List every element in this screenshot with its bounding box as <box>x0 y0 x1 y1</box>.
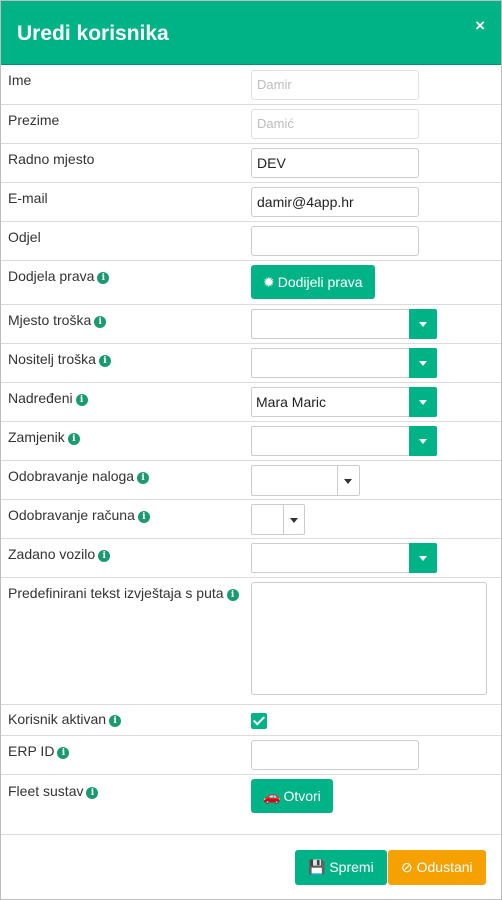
label-nositelj-troska: Nositelj troška i <box>8 351 111 367</box>
otvori-button[interactable]: 🚗 Otvori <box>251 779 333 813</box>
erp-id-label-text: ERP ID <box>8 743 55 759</box>
dodijeli-prava-label: Dodijeli prava <box>277 274 363 290</box>
predefinirani-tekst-label-text: Predefinirani tekst izvještaja s puta <box>8 585 224 601</box>
info-icon: i <box>57 747 70 759</box>
erp-id-field[interactable] <box>251 740 419 770</box>
label-zamjenik: Zamjenik i <box>8 429 80 445</box>
floppy-disk-icon: 💾 <box>308 859 326 875</box>
info-icon: i <box>137 511 150 523</box>
info-icon: i <box>86 787 99 799</box>
label-odjel: Odjel <box>8 229 41 245</box>
row-dodjela-prava: Dodjela prava i ✹ Dodijeli prava <box>1 261 501 305</box>
row-mjesto-troska: Mjesto troška i <box>1 305 501 344</box>
radno-mjesto-field[interactable]: DEV <box>251 148 419 178</box>
row-nositelj-troska: Nositelj troška i <box>1 344 501 383</box>
odjel-field[interactable] <box>251 226 419 256</box>
nositelj-troska-select[interactable] <box>251 348 437 378</box>
row-fleet-sustav: Fleet sustav i 🚗 Otvori <box>1 775 501 835</box>
edit-user-modal: Uredi korisnika × Ime Damir Prezime Dami… <box>0 0 502 900</box>
info-icon: i <box>75 394 88 406</box>
modal-title: Uredi korisnika <box>17 22 169 45</box>
nadredjeni-select[interactable]: Mara Maric <box>251 387 437 417</box>
label-nadredjeni: Nadređeni i <box>8 390 88 406</box>
row-nadredjeni: Nadređeni i Mara Maric <box>1 383 501 422</box>
row-odjel: Odjel <box>1 222 501 261</box>
row-odobravanje-naloga: Odobravanje naloga i <box>1 461 501 500</box>
label-mjesto-troska: Mjesto troška i <box>8 312 107 328</box>
label-erp-id: ERP ID i <box>8 743 70 759</box>
label-predefinirani-tekst: Predefinirani tekst izvještaja s puta i <box>8 585 239 601</box>
label-dodjela-prava: Dodjela prava i <box>8 268 110 284</box>
zamjenik-select[interactable] <box>251 426 437 456</box>
cancel-label: Odustani <box>416 859 473 875</box>
save-button[interactable]: 💾 Spremi <box>295 850 387 885</box>
label-radno-mjesto: Radno mjesto <box>8 151 95 167</box>
chevron-down-icon[interactable] <box>344 479 352 484</box>
odobravanje-racuna-select[interactable] <box>251 504 305 535</box>
chevron-down-icon[interactable] <box>409 543 437 573</box>
zamjenik-label-text: Zamjenik <box>8 429 65 445</box>
odobravanje-naloga-label-text: Odobravanje naloga <box>8 468 135 484</box>
mjesto-troska-select[interactable] <box>251 309 437 339</box>
label-email: E-mail <box>8 190 48 206</box>
nadredjeni-value: Mara Maric <box>256 394 327 410</box>
ban-circle-icon: ⊘ <box>401 859 413 875</box>
zadano-vozilo-label-text: Zadano vozilo <box>8 546 96 562</box>
label-odobravanje-racuna: Odobravanje računa i <box>8 507 150 523</box>
label-ime: Ime <box>8 72 32 88</box>
chevron-down-icon[interactable] <box>409 387 437 417</box>
modal-header: Uredi korisnika × <box>1 1 501 65</box>
ime-field: Damir <box>251 70 419 100</box>
label-prezime: Prezime <box>8 112 60 128</box>
info-icon: i <box>98 550 111 562</box>
row-korisnik-aktivan: Korisnik aktivan i <box>1 705 501 736</box>
nositelj-troska-label-text: Nositelj troška <box>8 351 96 367</box>
label-odobravanje-naloga: Odobravanje naloga i <box>8 468 150 484</box>
chevron-down-icon[interactable] <box>409 309 437 339</box>
car-icon: 🚗 <box>263 788 281 804</box>
otvori-label: Otvori <box>283 788 321 804</box>
odobravanje-naloga-select[interactable] <box>251 465 360 496</box>
info-icon: i <box>67 433 80 445</box>
zadano-vozilo-select[interactable] <box>251 543 437 573</box>
info-icon: i <box>97 272 110 284</box>
info-icon: i <box>98 355 111 367</box>
label-zadano-vozilo: Zadano vozilo i <box>8 546 111 562</box>
row-ime: Ime Damir <box>1 65 501 105</box>
korisnik-aktivan-label-text: Korisnik aktivan <box>8 711 107 727</box>
dodjela-prava-label-text: Dodjela prava <box>8 268 95 284</box>
info-icon: i <box>226 589 239 601</box>
mjesto-troska-label-text: Mjesto troška <box>8 312 92 328</box>
odobravanje-naloga-value <box>252 466 338 495</box>
label-korisnik-aktivan: Korisnik aktivan i <box>8 711 122 727</box>
chevron-down-icon[interactable] <box>409 348 437 378</box>
row-prezime: Prezime Damić <box>1 105 501 144</box>
cancel-button[interactable]: ⊘ Odustani <box>388 850 486 885</box>
row-zamjenik: Zamjenik i <box>1 422 501 461</box>
chevron-down-icon[interactable] <box>290 518 298 523</box>
info-icon: i <box>137 472 150 484</box>
gear-icon: ✹ <box>263 274 275 290</box>
info-icon: i <box>109 715 122 727</box>
save-label: Spremi <box>329 859 374 875</box>
row-erp-id: ERP ID i <box>1 736 501 775</box>
predefinirani-tekst-textarea[interactable] <box>251 582 487 695</box>
row-radno-mjesto: Radno mjesto DEV <box>1 144 501 183</box>
nadredjeni-label-text: Nadređeni <box>8 390 73 406</box>
fleet-sustav-label-text: Fleet sustav <box>8 783 84 799</box>
dodijeli-prava-button[interactable]: ✹ Dodijeli prava <box>251 265 375 299</box>
label-fleet-sustav: Fleet sustav i <box>8 783 99 799</box>
row-zadano-vozilo: Zadano vozilo i <box>1 539 501 578</box>
korisnik-aktivan-checkbox[interactable] <box>251 713 267 729</box>
row-odobravanje-racuna: Odobravanje računa i <box>1 500 501 539</box>
email-field[interactable]: damir@4app.hr <box>251 187 419 217</box>
odobravanje-racuna-value <box>252 505 284 534</box>
prezime-field: Damić <box>251 109 419 139</box>
chevron-down-icon[interactable] <box>409 426 437 456</box>
close-icon[interactable]: × <box>475 16 485 36</box>
row-email: E-mail damir@4app.hr <box>1 183 501 222</box>
odobravanje-racuna-label-text: Odobravanje računa <box>8 507 135 523</box>
info-icon: i <box>94 316 107 328</box>
